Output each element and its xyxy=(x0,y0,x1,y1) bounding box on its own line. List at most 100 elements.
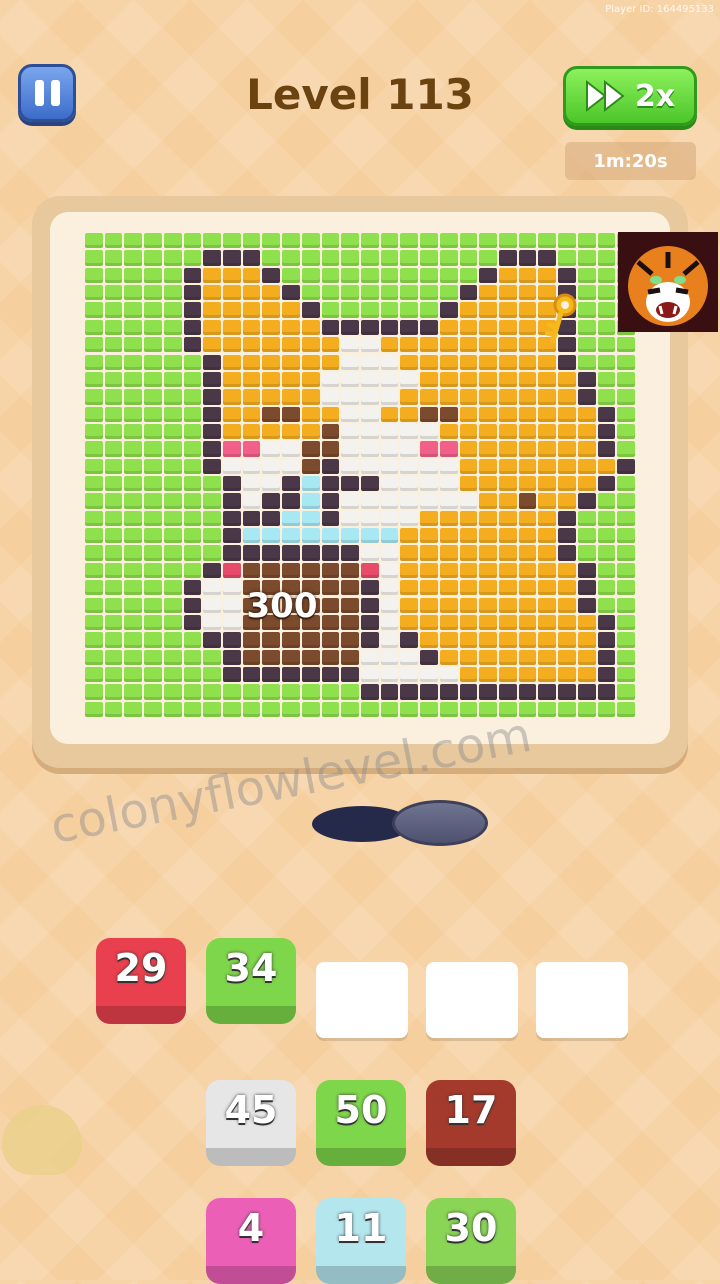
pixel-cell xyxy=(321,267,340,284)
pixel-cell xyxy=(203,354,221,370)
pixel-cell xyxy=(420,371,438,388)
pixel-cell xyxy=(183,371,202,388)
pixel-cell xyxy=(361,389,379,405)
pixel-cell xyxy=(262,423,281,440)
pixel-cell xyxy=(85,302,103,318)
pixel-cell xyxy=(380,562,399,579)
pixel-cell xyxy=(538,701,557,717)
pixel-cell xyxy=(282,319,300,336)
pixel-cell xyxy=(203,267,221,284)
pixel-cell xyxy=(341,319,359,336)
pixel-cell xyxy=(400,684,419,700)
pixel-cell xyxy=(124,649,143,665)
pixel-cell xyxy=(124,545,143,561)
pixel-cell xyxy=(104,319,123,336)
pixel-cell xyxy=(183,632,202,648)
pixel-cell xyxy=(538,597,557,613)
pixel-cell xyxy=(459,580,478,596)
pixel-cell xyxy=(183,614,202,631)
pixel-cell xyxy=(577,423,596,440)
pixel-cell xyxy=(341,649,359,665)
pixel-cell xyxy=(321,319,340,336)
pixel-cell xyxy=(104,285,123,301)
queue-tile[interactable]: 17 xyxy=(426,1080,516,1166)
pixel-cell xyxy=(577,649,596,665)
slot-tile[interactable]: 29 xyxy=(96,938,186,1024)
hole-lid xyxy=(392,800,488,846)
pixel-cell xyxy=(282,267,300,284)
pixel-cell xyxy=(301,684,320,700)
key-icon[interactable] xyxy=(544,293,581,353)
pixel-cell xyxy=(361,233,379,249)
pixel-cell xyxy=(459,632,478,648)
pixel-cell xyxy=(163,285,182,301)
pixel-cell xyxy=(518,684,537,700)
pixel-cell xyxy=(85,441,103,457)
pixel-cell xyxy=(85,285,103,301)
pixel-cell xyxy=(597,250,616,266)
queue-tile[interactable]: 45 xyxy=(206,1080,296,1166)
pixel-cell xyxy=(223,701,241,717)
pixel-cell xyxy=(341,302,359,318)
queue-tile[interactable]: 50 xyxy=(316,1080,406,1166)
pixel-cell xyxy=(163,528,182,544)
pixel-cell xyxy=(459,285,478,301)
slot-tile[interactable]: 34 xyxy=(206,938,296,1024)
pixel-cell xyxy=(85,632,103,648)
queue-tile[interactable]: 30 xyxy=(426,1198,516,1284)
pixel-cell xyxy=(380,233,399,249)
pixel-cell xyxy=(380,267,399,284)
pixel-cell xyxy=(282,302,300,318)
pixel-cell xyxy=(104,493,123,509)
pixel-cell xyxy=(124,406,143,422)
pixel-cell xyxy=(439,233,458,249)
pixel-cell xyxy=(577,562,596,579)
queue-tile-number: 30 xyxy=(444,1206,498,1250)
pixel-cell xyxy=(400,545,419,561)
pixel-cell xyxy=(479,371,497,388)
pixel-cell xyxy=(321,233,340,249)
pixel-cell xyxy=(439,632,458,648)
pixel-cell xyxy=(301,632,320,648)
pixel-cell xyxy=(439,441,458,457)
pixel-cell xyxy=(203,389,221,405)
pixel-cell xyxy=(459,319,478,336)
pixel-cell xyxy=(439,614,458,631)
pixel-cell xyxy=(499,597,517,613)
pixel-cell xyxy=(301,233,320,249)
pixel-cell xyxy=(301,458,320,474)
pixel-cell xyxy=(538,233,557,249)
queue-tile[interactable]: 4 xyxy=(206,1198,296,1284)
pixel-cell xyxy=(163,632,182,648)
pixel-cell xyxy=(242,493,261,509)
pixel-cell xyxy=(558,371,576,388)
pixel-cell xyxy=(617,406,635,422)
pixel-cell xyxy=(380,666,399,683)
pixel-cell xyxy=(183,319,202,336)
pixel-cell xyxy=(262,528,281,544)
pixel-cell xyxy=(124,666,143,683)
pixel-cell xyxy=(144,684,162,700)
pixel-cell xyxy=(499,458,517,474)
pixel-cell xyxy=(558,614,576,631)
speed-2x-button[interactable]: 2x xyxy=(563,66,697,126)
pixel-cell xyxy=(124,476,143,492)
pixel-cell xyxy=(242,545,261,561)
pixel-cell xyxy=(262,406,281,422)
pixel-cell xyxy=(617,458,635,474)
pixel-cell xyxy=(321,250,340,266)
pixel-cell xyxy=(499,614,517,631)
pixel-cell xyxy=(301,371,320,388)
queue-tile-number: 4 xyxy=(237,1206,265,1250)
queue-tile[interactable]: 11 xyxy=(316,1198,406,1284)
pixel-cell xyxy=(203,371,221,388)
pixel-cell xyxy=(597,476,616,492)
pixel-cell xyxy=(361,371,379,388)
pixel-cell xyxy=(439,389,458,405)
pixel-cell xyxy=(420,285,438,301)
pixel-cell xyxy=(538,371,557,388)
pixel-cell xyxy=(479,267,497,284)
pixel-cell xyxy=(144,423,162,440)
pixel-cell xyxy=(577,267,596,284)
pixel-cell xyxy=(420,684,438,700)
